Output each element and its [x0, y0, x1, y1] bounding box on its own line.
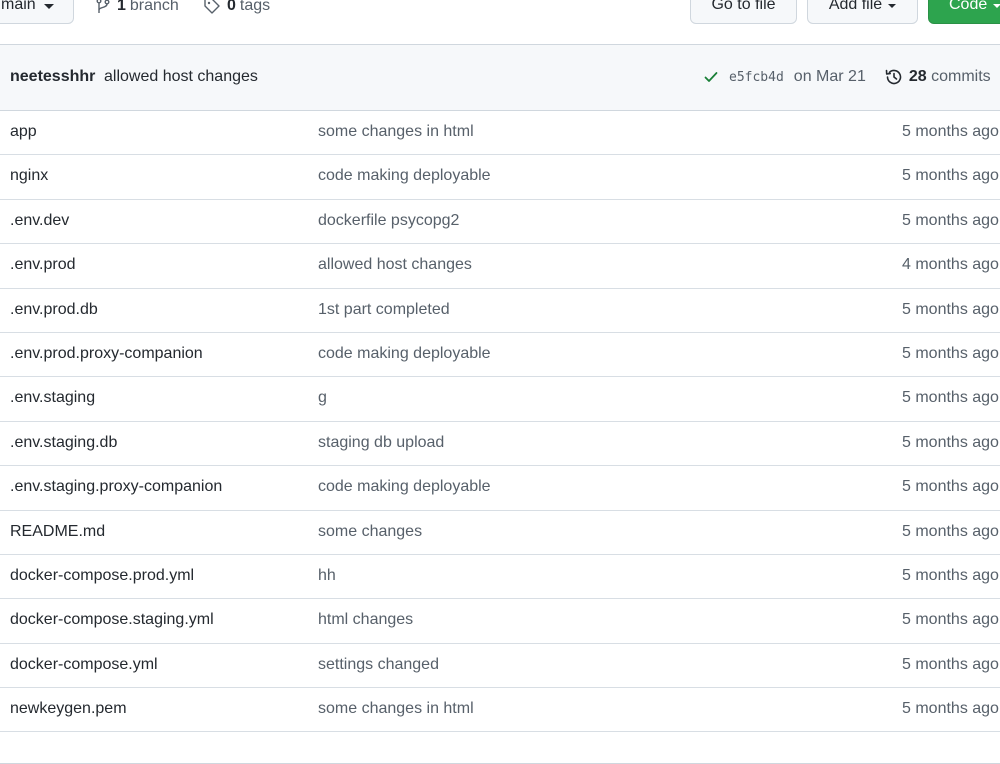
file-commit-message-link[interactable]: dockerfile psycopg2 — [318, 212, 459, 230]
table-row: .env.prod allowed host changes 4 months ag… — [0, 244, 1000, 289]
file-commit-age: 5 months ago — [902, 300, 999, 318]
chevron-down-icon — [43, 4, 54, 9]
file-commit-age: 5 months ago — [902, 211, 999, 229]
file-commit-message-link[interactable]: allowed host changes — [318, 256, 472, 274]
file-name-link[interactable]: docker-compose.prod.yml — [10, 567, 194, 585]
tag-label: tags — [239, 0, 271, 14]
file-commit-age: 5 months ago — [902, 522, 999, 540]
file-list: app some changes in html 5 months ago nginx… — [0, 111, 1000, 733]
latest-commit-bar: neetesshhr allowed host changes e5fcb4d … — [0, 45, 1000, 111]
file-commit-age: 5 months ago — [902, 389, 999, 407]
commits-link[interactable]: 28 commits — [909, 68, 991, 86]
table-row: .env.staging g 5 months ago — [0, 377, 1000, 422]
table-row: .env.staging.proxy-companion code making … — [0, 466, 1000, 511]
table-row: .env.prod.proxy-companion code making dep… — [0, 333, 1000, 378]
file-name-link[interactable]: .env.staging — [10, 389, 95, 407]
commit-count: 28 — [908, 68, 927, 85]
commit-sha-link[interactable]: e5fcb4d — [729, 70, 784, 85]
commit-count-label: commits — [931, 68, 991, 85]
file-name-link[interactable]: .env.prod.db — [10, 301, 98, 319]
file-name-link[interactable]: .env.prod — [10, 256, 76, 274]
commit-author-link[interactable]: neetesshhr — [10, 68, 95, 86]
branch-selector-label: main — [1, 0, 36, 13]
file-name-link[interactable]: docker-compose.yml — [10, 656, 158, 674]
add-file-button[interactable]: Add file — [807, 0, 918, 24]
file-commit-message-link[interactable]: settings changed — [318, 656, 439, 674]
file-commit-message-link[interactable]: html changes — [318, 611, 413, 629]
file-commit-age: 5 months ago — [902, 700, 999, 718]
table-row: docker-compose.staging.yml html changes 5 … — [0, 599, 1000, 644]
file-commit-age: 5 months ago — [902, 433, 999, 451]
file-name-link[interactable]: newkeygen.pem — [10, 700, 127, 718]
go-to-file-button[interactable]: Go to file — [690, 0, 797, 24]
add-file-label: Add file — [828, 0, 883, 13]
tags-link[interactable]: 0 tags — [203, 0, 270, 15]
code-button[interactable]: Code — [928, 0, 1000, 24]
file-name-link[interactable]: nginx — [10, 167, 48, 185]
file-name-link[interactable]: README.md — [10, 523, 105, 541]
history-icon — [884, 67, 904, 87]
branch-count: 1 — [117, 0, 126, 14]
file-commit-age: 4 months ago — [902, 256, 999, 274]
file-name-link[interactable]: .env.dev — [10, 212, 69, 230]
branches-link[interactable]: 1 branch — [95, 0, 179, 15]
branch-label: branch — [129, 0, 179, 14]
table-row: .env.dev dockerfile psycopg2 5 months ago — [0, 200, 1000, 245]
chevron-down-icon — [888, 4, 897, 8]
file-commit-message-link[interactable]: some changes in html — [318, 700, 474, 718]
code-label: Code — [949, 0, 988, 13]
table-row: newkeygen.pem some changes in html 5 month… — [0, 688, 1000, 733]
table-row: .env.staging.db staging db upload 5 months… — [0, 422, 1000, 467]
commit-message-link[interactable]: allowed host changes — [104, 68, 258, 86]
check-icon[interactable] — [703, 69, 719, 85]
file-browser: neetesshhr allowed host changes e5fcb4d … — [0, 44, 1000, 764]
table-row: docker-compose.yml settings changed 5 mont… — [0, 644, 1000, 689]
file-name-link[interactable]: .env.staging.db — [10, 434, 117, 452]
file-commit-message-link[interactable]: code making deployable — [318, 167, 491, 185]
file-commit-message-link[interactable]: some changes — [318, 523, 422, 541]
file-commit-age: 5 months ago — [902, 478, 999, 496]
file-name-link[interactable]: .env.prod.proxy-companion — [10, 345, 203, 363]
file-commit-age: 5 months ago — [902, 655, 999, 673]
file-commit-age: 5 months ago — [902, 123, 999, 140]
table-row: .env.prod.db 1st part completed 5 months a… — [0, 289, 1000, 333]
file-commit-age: 5 months ago — [902, 566, 999, 584]
table-row: docker-compose.prod.yml hh 5 months ago — [0, 555, 1000, 600]
tag-count: 0 — [227, 0, 236, 14]
table-row: app some changes in html 5 months ago — [0, 111, 1000, 156]
file-commit-age: 5 months ago — [902, 344, 999, 362]
chevron-down-icon — [993, 4, 1000, 8]
table-row: nginx code making deployable 5 months ago — [0, 155, 1000, 200]
file-name-link[interactable]: .env.staging.proxy-companion — [10, 478, 222, 496]
file-commit-message-link[interactable]: hh — [318, 567, 336, 585]
file-name-link[interactable]: app — [10, 123, 37, 141]
table-row: README.md some changes 5 months ago — [0, 511, 1000, 555]
file-commit-message-link[interactable]: g — [318, 389, 327, 407]
go-to-file-label: Go to file — [711, 0, 776, 13]
file-commit-message-link[interactable]: staging db upload — [318, 434, 444, 452]
file-name-link[interactable]: docker-compose.staging.yml — [10, 611, 214, 629]
repo-toolbar: main 1 branch 0 tags Go to file Add file… — [0, 0, 1000, 34]
file-commit-message-link[interactable]: code making deployable — [318, 478, 491, 496]
branch-selector-button[interactable]: main — [0, 0, 74, 24]
commit-meta: e5fcb4d on Mar 21 28 commits — [703, 67, 991, 87]
file-commit-message-link[interactable]: some changes in html — [318, 123, 474, 141]
file-commit-age: 5 months ago — [902, 167, 999, 185]
git-branch-icon — [96, 0, 110, 13]
file-commit-age: 5 months ago — [902, 611, 999, 629]
file-commit-message-link[interactable]: 1st part completed — [318, 301, 450, 319]
tag-icon — [204, 0, 220, 14]
commit-date[interactable]: on Mar 21 — [794, 68, 866, 86]
file-commit-message-link[interactable]: code making deployable — [318, 345, 491, 363]
